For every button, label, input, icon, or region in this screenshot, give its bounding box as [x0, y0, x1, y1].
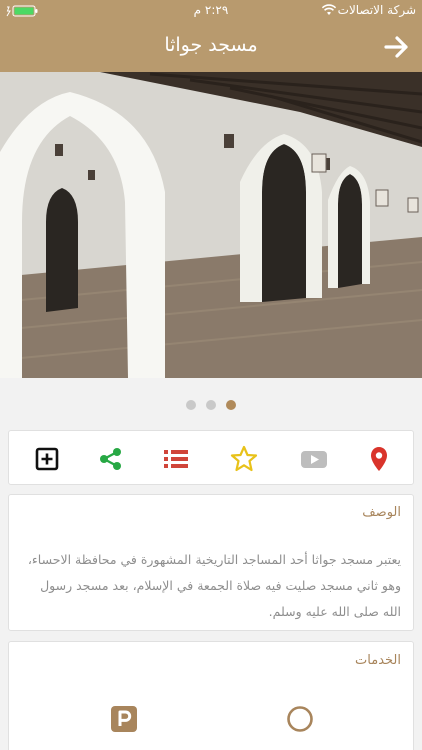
circle-icon [287, 706, 313, 732]
share-icon[interactable] [96, 444, 126, 474]
pager-dot[interactable] [206, 400, 216, 410]
star-icon[interactable] [229, 444, 259, 474]
pager-dot-active[interactable] [226, 400, 236, 410]
pager-dot[interactable] [186, 400, 196, 410]
battery-icon [6, 5, 38, 17]
parking-icon [111, 706, 137, 732]
services-title: الخدمات [355, 653, 401, 668]
list-icon[interactable] [161, 444, 191, 474]
description-title: الوصف [362, 505, 401, 520]
youtube-icon[interactable] [299, 444, 329, 474]
add-box-icon[interactable] [32, 444, 62, 474]
status-bar: شركة الاتصالات ٢:٢٩ م [0, 0, 422, 22]
description-card: الوصف يعتبر مسجد جواثا أحد المساجد التار… [8, 494, 414, 631]
mosque-interior-photo[interactable] [0, 72, 422, 378]
action-toolbar [8, 430, 414, 485]
navigation-bar: مسجد جواثا [0, 22, 422, 72]
status-time: ٢:٢٩ م [193, 3, 229, 17]
location-pin-icon[interactable] [364, 444, 394, 474]
gallery-pager[interactable] [0, 400, 422, 412]
description-text: يعتبر مسجد جواثا أحد المساجد التاريخية ا… [27, 552, 401, 619]
services-card: الخدمات [8, 641, 414, 750]
arrow-right-icon[interactable] [382, 32, 412, 62]
page-title: مسجد جواثا [164, 34, 258, 56]
